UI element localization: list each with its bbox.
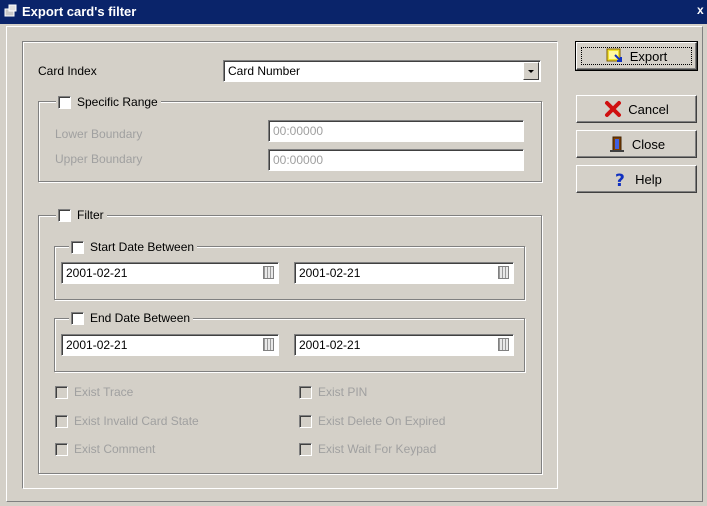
door-exit-icon [608,135,626,153]
start-date-from-value: 2001-02-21 [66,266,128,280]
end-date-checkbox[interactable] [71,311,84,325]
exist-delete-on-expired-checkbox[interactable] [299,415,312,429]
upper-boundary-label: Upper Boundary [55,152,143,166]
exist-pin-option[interactable]: Exist PIN [299,385,368,400]
export-label: Export [629,48,668,64]
cancel-label: Cancel [628,101,669,117]
calendar-icon[interactable] [498,338,509,351]
end-date-legend[interactable]: End Date Between [69,310,194,326]
exist-invalid-card-state-option[interactable]: Exist Invalid Card State [55,414,199,429]
end-date-from-field[interactable]: 2001-02-21 [61,334,279,356]
exist-pin-checkbox[interactable] [299,386,312,400]
exist-invalid-card-state-label: Exist Invalid Card State [74,414,199,428]
card-index-label: Card Index [38,64,97,78]
calendar-icon[interactable] [263,266,274,279]
lower-boundary-label: Lower Boundary [55,127,143,141]
exist-delete-on-expired-label: Exist Delete On Expired [318,414,446,428]
question-mark-icon: ? [611,170,629,191]
filter-checkbox[interactable] [58,208,71,222]
start-date-label: Start Date Between [90,240,195,254]
export-icon [606,47,624,65]
exist-invalid-card-state-checkbox[interactable] [55,415,68,429]
exist-wait-for-keypad-checkbox[interactable] [299,443,312,457]
specific-range-label: Specific Range [77,95,158,109]
exist-comment-label: Exist Comment [74,442,156,456]
exist-wait-for-keypad-label: Exist Wait For Keypad [318,442,437,456]
exist-comment-option[interactable]: Exist Comment [55,442,156,457]
end-date-to-field[interactable]: 2001-02-21 [294,334,514,356]
start-date-checkbox[interactable] [71,240,84,254]
start-date-to-field[interactable]: 2001-02-21 [294,262,514,284]
calendar-icon[interactable] [263,338,274,351]
end-date-from-value: 2001-02-21 [66,338,128,352]
help-button[interactable]: ? Help [576,165,697,193]
cancel-x-icon [604,100,622,118]
filter-legend[interactable]: Filter [56,207,107,223]
end-date-to-value: 2001-02-21 [299,338,361,352]
exist-comment-checkbox[interactable] [55,443,68,457]
start-date-legend[interactable]: Start Date Between [69,239,198,255]
export-button[interactable]: Export [575,41,698,71]
close-button[interactable]: Close [576,130,697,158]
window-close-button[interactable]: x [697,3,707,19]
svg-text:?: ? [615,171,625,188]
help-label: Help [635,171,662,187]
end-date-label: End Date Between [90,311,191,325]
title-bar: Export card's filter x [0,0,707,24]
exist-trace-label: Exist Trace [74,385,134,399]
cancel-button[interactable]: Cancel [576,95,697,123]
start-date-to-value: 2001-02-21 [299,266,361,280]
exist-trace-option[interactable]: Exist Trace [55,385,134,400]
filter-label: Filter [77,208,104,222]
specific-range-checkbox[interactable] [58,95,71,109]
close-label: Close [631,136,666,152]
app-icon [4,4,18,21]
window-title: Export card's filter [22,4,137,19]
exist-delete-on-expired-option[interactable]: Exist Delete On Expired [299,414,446,429]
card-index-select[interactable]: Card Number [223,60,541,82]
calendar-icon[interactable] [498,266,509,279]
chevron-down-icon[interactable] [523,62,539,80]
exist-pin-label: Exist PIN [318,385,368,399]
upper-boundary-field[interactable]: 00:00000 [268,149,524,171]
specific-range-legend[interactable]: Specific Range [56,94,161,110]
lower-boundary-field[interactable]: 00:00000 [268,120,524,142]
start-date-from-field[interactable]: 2001-02-21 [61,262,279,284]
exist-wait-for-keypad-option[interactable]: Exist Wait For Keypad [299,442,437,457]
exist-trace-checkbox[interactable] [55,386,68,400]
card-index-selected-value: Card Number [228,64,301,78]
